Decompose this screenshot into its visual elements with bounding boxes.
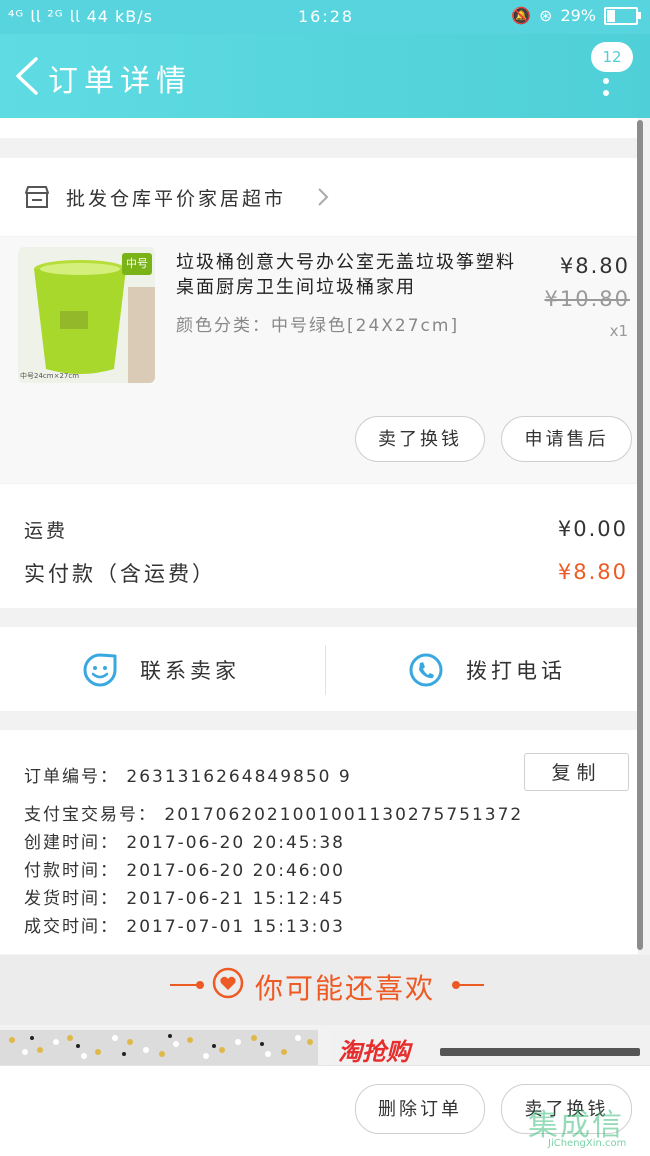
phone-icon [409, 653, 443, 687]
image-caption: 中号24cm×27cm [20, 372, 80, 380]
call-label: 拨打电话 [466, 659, 566, 683]
lock-rotation-icon: ⊛ [539, 6, 553, 25]
status-icons: 🔕 ⊛ 29% [511, 6, 641, 25]
shop-name[interactable]: 批发仓库平价家居超市 [66, 184, 286, 211]
app-header: 订单详情 12 [0, 34, 650, 118]
battery-icon [604, 6, 641, 25]
recommend-line-right [456, 984, 484, 986]
product-quantity: x1 [609, 322, 628, 340]
chevron-right-icon [318, 188, 329, 206]
original-price: ¥10.80 [544, 287, 630, 311]
recommend-dot-left [196, 981, 204, 989]
shipped-time: 发货时间： 2017-06-21 15:12:45 [24, 889, 345, 909]
scrollbar[interactable] [637, 120, 643, 950]
recommend-item-left[interactable] [0, 1030, 318, 1065]
call-button[interactable]: 拨打电话 [408, 650, 566, 690]
watermark-url: JiChengXin.com [548, 1138, 627, 1149]
battery-level: 29% [560, 6, 596, 25]
delete-order-button[interactable]: 删除订单 [355, 1084, 485, 1134]
more-menu-icon[interactable] [603, 78, 611, 102]
nail-sticker-pattern [0, 1030, 318, 1065]
product-title[interactable]: 垃圾桶创意大号办公室无盖垃圾筝塑料桌面厨房卫生间垃圾桶家用 [176, 250, 526, 300]
top-strip [0, 118, 638, 138]
recommend-title: 你可能还喜欢 [255, 972, 436, 1005]
shop-icon [25, 186, 49, 208]
message-badge[interactable]: 12 [591, 42, 633, 72]
page-title: 订单详情 [48, 64, 192, 99]
contact-seller-button[interactable]: 联系卖家 [82, 650, 240, 690]
paid-label: 实付款（含运费） [24, 562, 216, 586]
product-price: ¥8.80 [559, 254, 630, 278]
shipping-value: ¥0.00 [557, 517, 628, 541]
mute-icon: 🔕 [511, 6, 532, 25]
created-time: 创建时间： 2017-06-20 20:45:38 [24, 833, 345, 853]
product-sku: 颜色分类：中号绿色[24X27cm] [176, 316, 460, 336]
signal-indicator: ⁴ᴳ 𝗅𝗅 ²ᴳ 𝗅𝗅 44 kB/s [8, 7, 153, 26]
status-bar: ⁴ᴳ 𝗅𝗅 ²ᴳ 𝗅𝗅 44 kB/s 16:28 🔕 ⊛ 29% [0, 0, 650, 34]
heart-icon [212, 967, 244, 999]
fees-card [0, 484, 638, 608]
sell-for-cash-button[interactable]: 卖了换钱 [355, 416, 485, 462]
divider [325, 645, 326, 695]
after-sale-button[interactable]: 申请售后 [501, 416, 632, 462]
paid-time: 付款时间： 2017-06-20 20:46:00 [24, 861, 345, 881]
copy-button[interactable]: 复制 [524, 753, 629, 791]
flash-sale-logo: 淘抢购 [338, 1038, 410, 1065]
alipay-number: 支付宝交易号： 2017062021001001130275751372 [24, 805, 524, 825]
paid-value: ¥8.80 [557, 560, 628, 584]
recommend-item-right[interactable]: 淘抢购 [330, 1030, 650, 1065]
product-silhouette [440, 1048, 640, 1056]
back-arrow-icon[interactable] [12, 56, 42, 96]
shipping-label: 运费 [24, 520, 69, 542]
clock: 16:28 [298, 7, 355, 26]
order-number: 订单编号： 2631316264849850 9 [24, 767, 352, 787]
product-image[interactable]: 中号 中号24cm×27cm [18, 247, 155, 383]
completed-time: 成交时间： 2017-07-01 15:13:03 [24, 917, 345, 937]
chat-face-icon [83, 653, 117, 687]
recommend-line-left [170, 984, 198, 986]
contact-seller-label: 联系卖家 [140, 659, 240, 683]
size-tag: 中号 [122, 253, 152, 275]
